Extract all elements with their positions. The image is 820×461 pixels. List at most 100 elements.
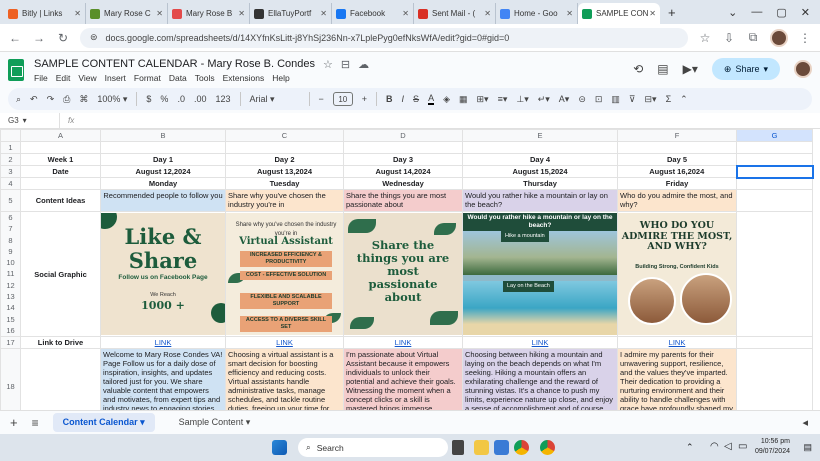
menu-help[interactable]: Help [272, 73, 289, 83]
text-color-icon[interactable]: A [428, 93, 435, 105]
cell-date[interactable]: August 12,2024 [100, 165, 226, 178]
col-header-g[interactable]: G [736, 129, 813, 142]
version-history-icon[interactable]: ⟲ [633, 62, 643, 76]
selected-cell-g3[interactable] [735, 164, 814, 179]
back-icon[interactable]: ← [8, 31, 22, 45]
sheets-logo-icon[interactable] [8, 59, 24, 81]
tab-search-icon[interactable]: ⌄ [728, 6, 737, 19]
row-header[interactable]: 12 [2, 281, 20, 290]
cell-weekday[interactable]: Monday [100, 177, 226, 190]
cell-idea[interactable]: Share the things you are most passionate… [343, 189, 463, 212]
store-icon[interactable] [494, 440, 509, 455]
sheet-tab-sample-content[interactable]: Sample Content ▾ [169, 413, 261, 432]
cell-week-label[interactable]: Week 1 [20, 153, 101, 166]
chrome-profile-icon[interactable] [540, 440, 555, 455]
merge-cells-icon[interactable]: ⊞▾ [477, 94, 489, 105]
row-header[interactable]: 8 [2, 236, 20, 245]
cell-date[interactable]: August 15,2024 [462, 165, 618, 178]
font-size-decrease-icon[interactable]: − [319, 94, 324, 104]
close-tab-icon[interactable]: ✕ [74, 9, 81, 18]
browser-tab[interactable]: Facebook ✕ [332, 3, 414, 24]
drive-link[interactable]: LINK [225, 336, 344, 349]
print-icon[interactable]: ⎙ [63, 94, 70, 105]
row-header[interactable]: 14 [2, 303, 20, 312]
cell-weekday[interactable]: Wednesday [343, 177, 463, 190]
name-box[interactable]: G3 ▾ [0, 113, 60, 128]
close-tab-icon[interactable]: ✕ [238, 9, 245, 18]
cell-date[interactable]: August 14,2024 [343, 165, 463, 178]
cell-idea[interactable]: Share why you've chosen the industry you… [225, 189, 344, 212]
comments-icon[interactable]: ▤ [657, 62, 668, 76]
taskbar-search[interactable]: ⌕ Search [298, 438, 448, 457]
cell-e1[interactable] [462, 141, 618, 154]
cell-caption[interactable]: I admire my parents for their unwavering… [617, 348, 737, 410]
font-select[interactable]: Arial ▾ [250, 94, 300, 105]
browser-tab[interactable]: Bitly | Links ✕ [4, 3, 86, 24]
cell-link-label[interactable]: Link to Drive [20, 336, 101, 349]
cell-g4[interactable] [736, 177, 813, 190]
menu-edit[interactable]: Edit [56, 73, 71, 83]
cell-f1[interactable] [617, 141, 737, 154]
close-tab-icon[interactable]: ✕ [402, 9, 409, 18]
close-tab-icon[interactable]: ✕ [649, 9, 656, 18]
filter-views-icon[interactable]: ⊟▾ [645, 94, 657, 105]
menu-insert[interactable]: Insert [105, 73, 126, 83]
undo-icon[interactable]: ↶ [30, 94, 38, 105]
menu-file[interactable]: File [34, 73, 48, 83]
paint-format-icon[interactable]: ⌘ [79, 94, 88, 105]
forward-icon[interactable]: → [32, 31, 46, 45]
browser-menu-icon[interactable]: ⋮ [798, 31, 812, 45]
minimize-icon[interactable]: — [751, 6, 762, 18]
browser-tab[interactable]: Sent Mail - (✕ [414, 3, 496, 24]
collapse-toolbar-icon[interactable]: ⌃ [680, 94, 688, 105]
number-format-button[interactable]: 123 [215, 94, 230, 104]
battery-icon[interactable]: ▭ [738, 441, 747, 452]
text-rotation-icon[interactable]: A▾ [559, 94, 570, 105]
row-header[interactable]: 9 [2, 247, 20, 256]
cell-idea[interactable]: Would you rather hike a mountain or lay … [462, 189, 618, 212]
taskbar-clock[interactable]: 10:56 pm 09/07/2024 [755, 437, 790, 457]
tray-chevron-icon[interactable]: ⌃ [686, 442, 694, 453]
menu-format[interactable]: Format [134, 73, 161, 83]
site-info-icon[interactable]: ⊜ [90, 32, 98, 43]
notifications-icon[interactable]: ▤ [803, 442, 812, 453]
decrease-decimal-button[interactable]: .0 [177, 94, 185, 104]
start-icon[interactable] [272, 440, 287, 455]
strikethrough-icon[interactable]: S [413, 94, 419, 104]
row-header[interactable]: 16 [2, 326, 20, 335]
italic-icon[interactable]: I [402, 94, 405, 104]
vertical-align-icon[interactable]: ⊥▾ [516, 94, 528, 105]
cell-caption[interactable]: Choosing between hiking a mountain and l… [462, 348, 618, 410]
browser-tab[interactable]: Home - Goo ✕ [496, 3, 578, 24]
fill-color-icon[interactable]: ◈ [443, 94, 450, 105]
borders-icon[interactable]: ▦ [459, 94, 468, 105]
cell-g17[interactable] [736, 336, 813, 349]
task-view-icon[interactable] [452, 440, 464, 455]
font-size-increase-icon[interactable]: + [362, 94, 367, 104]
row-header[interactable]: 11 [2, 269, 20, 278]
drive-link[interactable]: LINK [617, 336, 737, 349]
cell-day[interactable]: Day 2 [225, 153, 344, 166]
col-header-d[interactable]: D [343, 129, 463, 142]
cell-g18[interactable] [736, 348, 813, 410]
formula-input[interactable] [82, 113, 820, 128]
row-header[interactable]: 2 [0, 153, 21, 166]
cell-caption[interactable]: Welcome to Mary Rose Condes VA! Page Fol… [100, 348, 226, 410]
cell-a18[interactable] [20, 348, 101, 410]
menu-data[interactable]: Data [169, 73, 187, 83]
cell-a4[interactable] [20, 177, 101, 190]
cell-weekday[interactable]: Friday [617, 177, 737, 190]
col-header-c[interactable]: C [225, 129, 344, 142]
browser-profile-avatar[interactable] [770, 28, 788, 47]
drive-link[interactable]: LINK [343, 336, 463, 349]
cell-d1[interactable] [343, 141, 463, 154]
cell-date-label[interactable]: Date [20, 165, 101, 178]
wifi-icon[interactable]: ◠ [710, 441, 719, 452]
downloads-icon[interactable]: ⇩ [722, 31, 736, 45]
row-header[interactable]: 5 [0, 189, 21, 212]
reload-icon[interactable]: ↻ [56, 31, 70, 45]
cell-idea[interactable]: Recommended people to follow you [100, 189, 226, 212]
new-tab-button[interactable]: + [660, 5, 684, 20]
cell-idea[interactable]: Who do you admire the most, and why? [617, 189, 737, 212]
insert-link-icon[interactable]: ⊝ [578, 94, 586, 105]
